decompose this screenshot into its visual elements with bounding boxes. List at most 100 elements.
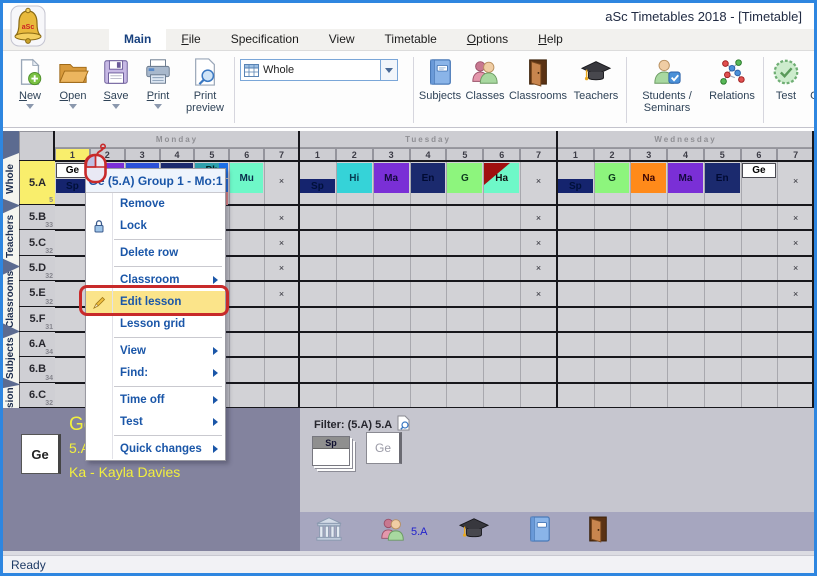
- class-name: 5.D: [29, 262, 46, 274]
- grid-corner: [19, 131, 55, 161]
- lesson-cell-En[interactable]: En: [705, 163, 740, 193]
- class-student-count: 32: [45, 299, 53, 306]
- class-row-label-5.B[interactable]: 5.B33: [19, 205, 55, 229]
- lesson-cell-Mu[interactable]: Mu: [230, 163, 263, 193]
- lesson-cell-Ge[interactable]: Ge: [742, 163, 777, 178]
- lesson-cell-Na[interactable]: Na: [631, 163, 666, 193]
- column-line: [336, 161, 337, 408]
- context-menu-item-view[interactable]: View: [86, 340, 225, 362]
- blocked-slot-5.C: ×: [777, 230, 814, 255]
- context-menu-item-find[interactable]: Find:: [86, 362, 225, 384]
- classrooms-filter-button[interactable]: [586, 515, 610, 548]
- submenu-arrow-icon: [213, 445, 218, 453]
- lesson-teacher: Ka - Kayla Davies: [69, 464, 180, 480]
- unplaced-card-sp[interactable]: Sp: [312, 436, 350, 466]
- menu-item-label: Classroom: [120, 274, 179, 286]
- class-row-label-5.F[interactable]: 5.F31: [19, 307, 55, 331]
- class-student-count: 34: [45, 349, 53, 356]
- unplaced-card-ge[interactable]: Ge: [366, 432, 402, 464]
- column-line: [594, 161, 595, 408]
- blocked-slot-5.E: ×: [777, 281, 814, 306]
- menu-gutter-line: [112, 193, 113, 459]
- blocked-slot-5.D: ×: [264, 256, 299, 281]
- sidebar-tab-subjects[interactable]: Subjects: [3, 332, 19, 384]
- lesson-cell-Ma[interactable]: Ma: [374, 163, 409, 193]
- class-row-label-6.A[interactable]: 6.A34: [19, 332, 55, 356]
- lesson-cell-En[interactable]: En: [411, 163, 446, 193]
- menu-item-label: View: [120, 345, 146, 357]
- lesson-cell-Ma[interactable]: Ma: [668, 163, 703, 193]
- classes-icon: [378, 515, 408, 548]
- day-header-wednesday: Wednesday: [557, 131, 814, 148]
- lesson-cell-Sp[interactable]: Sp: [558, 179, 593, 193]
- asc-logo-text: aSc: [22, 24, 35, 31]
- subjects-filter-button[interactable]: [528, 515, 552, 548]
- context-menu-item-edit-lesson[interactable]: Edit lesson: [86, 291, 225, 313]
- class-student-count: 33: [45, 222, 53, 229]
- class-name: 6.B: [29, 363, 46, 375]
- class-student-count: 32: [45, 400, 53, 407]
- class-row-label-5.D[interactable]: 5.D32: [19, 256, 55, 280]
- class-row-label-6.C[interactable]: 6.C32: [19, 383, 55, 407]
- blocked-slot-5.B: ×: [264, 205, 299, 230]
- asc-timetables-window: aSc Timetables 2018 - [Timetable] aSc Ma…: [0, 0, 817, 576]
- sidebar-tab-whole[interactable]: Whole: [3, 153, 19, 205]
- mouse-click-annotation-icon: [82, 143, 110, 190]
- column-line: [410, 161, 411, 408]
- menu-item-label: Delete row: [120, 247, 178, 259]
- lesson-corner-flag: [484, 163, 510, 185]
- column-line: [229, 161, 230, 408]
- class-name: 6.C: [29, 389, 46, 401]
- menu-item-label: Find:: [120, 367, 148, 379]
- class-name: 5.C: [29, 237, 46, 249]
- context-menu-item-lesson-grid[interactable]: Lesson grid: [86, 313, 225, 335]
- card-filter-panel: Filter: (5.A) 5.A Sp Ge: [300, 408, 814, 512]
- class-student-count: 32: [45, 248, 53, 255]
- blocked-slot-5.E: ×: [264, 281, 299, 306]
- lesson-cell-Sp[interactable]: Sp: [300, 179, 335, 193]
- menu-item-label: Lesson grid: [120, 318, 185, 330]
- building-icon: [314, 515, 344, 548]
- context-menu-item-classroom[interactable]: Classroom: [86, 269, 225, 291]
- class-row-label-5.A[interactable]: 5.A5: [19, 161, 55, 204]
- teachers-filter-button[interactable]: [458, 515, 490, 548]
- column-line: [446, 161, 447, 408]
- column-line: [373, 161, 374, 408]
- lesson-cell-G[interactable]: G: [595, 163, 630, 193]
- context-menu-item-lock[interactable]: Lock: [86, 215, 225, 237]
- column-line: [483, 161, 484, 408]
- blocked-slot-5.C: ×: [264, 230, 299, 255]
- sidebar-tab-teachers[interactable]: Teachers: [3, 206, 19, 266]
- context-menu-item-delete-row[interactable]: Delete row: [86, 242, 225, 264]
- blocked-slot-5.B: ×: [777, 205, 814, 230]
- class-row-label-5.E[interactable]: 5.E32: [19, 281, 55, 305]
- column-line: [741, 161, 742, 408]
- lesson-cell-Hi[interactable]: Hi: [337, 163, 372, 193]
- lesson-cell-Ha[interactable]: Ha: [484, 163, 519, 193]
- classes-filter-label: 5.A: [411, 526, 428, 538]
- blocked-slot-5.A: ×: [777, 162, 814, 200]
- context-menu-item-quick-changes[interactable]: Quick changes: [86, 438, 225, 460]
- menu-item-label: Lock: [120, 220, 147, 232]
- blocked-slot-5.D: ×: [777, 256, 814, 281]
- class-row-label-6.B[interactable]: 6.B34: [19, 357, 55, 381]
- blocked-slot-5.A: ×: [264, 162, 299, 200]
- classes-filter-button[interactable]: 5.A: [378, 515, 428, 548]
- building-button[interactable]: [314, 515, 344, 548]
- class-name: 5.B: [29, 211, 46, 223]
- class-name: 5.F: [30, 313, 46, 325]
- sidebar-tab-classrooms[interactable]: Classrooms: [3, 267, 19, 331]
- bottom-icon-bar: 5.A: [300, 512, 814, 551]
- submenu-arrow-icon: [213, 369, 218, 377]
- context-menu-item-time-off[interactable]: Time off: [86, 389, 225, 411]
- lesson-cell-G[interactable]: G: [447, 163, 482, 193]
- class-row-label-5.C[interactable]: 5.C32: [19, 230, 55, 254]
- submenu-arrow-icon: [213, 347, 218, 355]
- lesson-context-menu: Ge (5.A) Group 1 - Mo:1 RemoveLockDelete…: [85, 168, 226, 461]
- lesson-card[interactable]: Ge: [21, 434, 61, 474]
- context-menu-item-test[interactable]: Test: [86, 411, 225, 433]
- submenu-arrow-icon: [213, 276, 218, 284]
- context-menu-item-remove[interactable]: Remove: [86, 193, 225, 215]
- blocked-slot-5.D: ×: [520, 256, 557, 281]
- menu-item-label: Test: [120, 416, 143, 428]
